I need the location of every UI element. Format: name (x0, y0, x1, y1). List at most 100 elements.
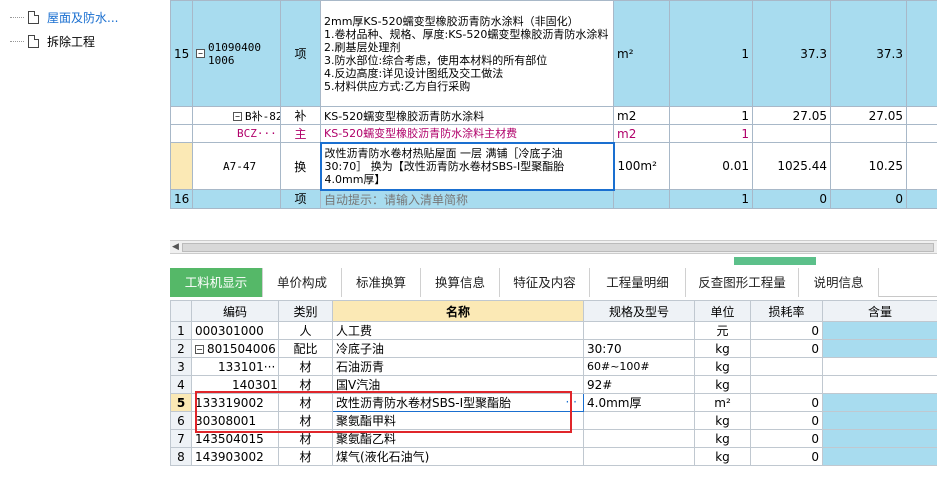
col-header-loss-rate[interactable]: 损耗率 (750, 300, 823, 322)
name-line: 30:70］ 换为【改性沥青防水卷材SBS-Ⅰ型聚酯胎 (324, 159, 565, 173)
res-spec: 60#~100# (583, 357, 695, 376)
highlight-annotation-box (195, 391, 572, 433)
item-unit: m² (613, 0, 670, 107)
item-type: 补 (280, 106, 321, 125)
table-row[interactable]: 1 000301000 人 人工费 元 0 (170, 321, 937, 340)
tab-conversion-info[interactable]: 换算信息 (421, 268, 500, 297)
filler-cell (906, 124, 937, 143)
res-content[interactable] (822, 393, 937, 412)
table-row[interactable]: BCZ··· 主 KS-520蠕变型橡胶沥青防水涂料主材费 m2 1 (170, 124, 937, 143)
res-code: 000301000 (191, 321, 279, 340)
res-spec (583, 429, 695, 448)
item-name[interactable]: 改性沥青防水卷材热贴屋面 一层 满铺［冷底子油 30:70］ 换为【改性沥青防水… (319, 141, 615, 191)
item-qty: 1 (669, 124, 753, 143)
res-name[interactable]: 石油沥青 (332, 357, 584, 376)
scroll-left-icon[interactable]: ◀ (172, 242, 179, 252)
collapse-icon[interactable]: − (233, 112, 242, 121)
item-name[interactable]: KS-520蠕变型橡胶沥青防水涂料 (320, 106, 614, 125)
tab-standard-conversion[interactable]: 标准换算 (342, 268, 421, 297)
detail-tabs: 工料机显示 单价构成 标准换算 换算信息 特征及内容 工程量明细 反查图形工程量… (170, 268, 937, 297)
item-price: 1025.44 (752, 142, 831, 190)
res-loss: 0 (750, 339, 823, 358)
bill-items-grid: 15 −01090400 1006 项 2mm厚KS-520蠕变型橡胶沥青防水涂… (170, 0, 937, 212)
res-spec (583, 447, 695, 466)
res-code: 133101··· (191, 357, 279, 376)
res-content[interactable] (822, 429, 937, 448)
row-number: 3 (170, 357, 192, 376)
table-row[interactable]: 8 143903002 材 煤气(液化石油气) kg 0 (170, 447, 937, 466)
col-header-spec[interactable]: 规格及型号 (583, 300, 695, 322)
res-category: 材 (278, 357, 333, 376)
res-content[interactable] (822, 411, 937, 430)
res-name[interactable]: 煤气(液化石油气) (332, 447, 584, 466)
col-header-category[interactable]: 类别 (278, 300, 333, 322)
corner-cell (170, 300, 192, 322)
horizontal-scrollbar[interactable]: ◀ (170, 240, 937, 254)
item-qty: 1 (669, 189, 753, 209)
res-content[interactable] (822, 375, 937, 394)
item-type: 换 (280, 142, 321, 190)
col-header-unit[interactable]: 单位 (694, 300, 751, 322)
col-header-code[interactable]: 编码 (191, 300, 279, 322)
res-unit: 元 (694, 321, 751, 340)
item-name[interactable]: KS-520蠕变型橡胶沥青防水涂料主材费 (320, 124, 614, 143)
tab-unit-price-composition[interactable]: 单价构成 (263, 268, 342, 297)
item-type: 项 (280, 0, 321, 107)
table-row[interactable]: 15 −01090400 1006 项 2mm厚KS-520蠕变型橡胶沥青防水涂… (170, 0, 937, 107)
item-name[interactable]: 2mm厚KS-520蠕变型橡胶沥青防水涂料（非固化） 1.卷材品种、规格、厚度:… (320, 0, 614, 107)
col-header-content[interactable]: 含量 (822, 300, 937, 322)
panel-splitter-handle[interactable] (734, 257, 816, 265)
res-code: 801504006 (207, 341, 276, 356)
table-row[interactable]: A7-47 换 改性沥青防水卷材热贴屋面 一层 满铺［冷底子油 30:70］ 换… (170, 141, 937, 191)
collapse-icon[interactable]: − (195, 344, 204, 354)
res-loss (750, 375, 823, 394)
res-content[interactable] (822, 339, 937, 358)
res-loss: 0 (750, 411, 823, 430)
tab-quantity-details[interactable]: 工程量明细 (590, 268, 686, 297)
item-unit: m2 (613, 124, 670, 143)
item-code-cell: −01090400 1006 (192, 0, 281, 107)
row-number (170, 124, 193, 143)
res-content[interactable] (822, 321, 937, 340)
item-code: BCZ··· (192, 124, 281, 143)
res-spec: 30:70 (583, 339, 695, 358)
row-number: 5 (170, 393, 192, 412)
item-unit: m2 (613, 106, 670, 125)
tab-features-content[interactable]: 特征及内容 (500, 268, 590, 297)
table-row[interactable]: − B补-82 补 KS-520蠕变型橡胶沥青防水涂料 m2 1 27.05 27… (170, 106, 937, 125)
item-unit: 100m² (613, 142, 670, 190)
res-unit: kg (694, 429, 751, 448)
tree-connector (10, 40, 24, 42)
item-name-prompt[interactable]: 自动提示：请输入清单简称 (320, 189, 614, 209)
tree-item-demolition[interactable]: 拆除工程 (10, 31, 95, 51)
table-row[interactable]: 16 项 自动提示：请输入清单简称 1 0 0 (170, 189, 937, 209)
row-number: 15 (170, 0, 193, 107)
res-unit: kg (694, 357, 751, 376)
scroll-thumb[interactable] (182, 243, 934, 252)
table-row[interactable]: 3 133101··· 材 石油沥青 60#~100# kg (170, 357, 937, 376)
res-spec (583, 411, 695, 430)
res-unit: kg (694, 339, 751, 358)
item-total: 0 (830, 189, 907, 209)
item-price (752, 124, 831, 143)
item-price: 37.3 (752, 0, 831, 107)
res-name[interactable]: 人工费 (332, 321, 584, 340)
res-loss (750, 357, 823, 376)
collapse-icon[interactable]: − (196, 49, 205, 58)
item-code-cell (192, 189, 281, 209)
table-row[interactable]: 2 −801504006 配比 冷底子油 30:70 kg 0 (170, 339, 937, 358)
tab-labor-material-machine[interactable]: 工料机显示 (170, 268, 263, 297)
res-name[interactable]: 冷底子油 (332, 339, 584, 358)
item-code: 01090400 1006 (208, 40, 261, 67)
name-line: 5.材料供应方式:乙方自行采购 (324, 79, 471, 93)
tab-reverse-check-graphics[interactable]: 反查图形工程量 (686, 268, 799, 297)
item-price: 0 (752, 189, 831, 209)
res-content[interactable] (822, 447, 937, 466)
col-header-name[interactable]: 名称 (332, 300, 584, 322)
row-number: 1 (170, 321, 192, 340)
tree-item-roof-waterproof[interactable]: 屋面及防水... (10, 7, 118, 27)
name-line: 2.刷基层处理剂 (324, 40, 401, 54)
tab-description[interactable]: 说明信息 (799, 268, 879, 297)
item-price: 27.05 (752, 106, 831, 125)
res-content[interactable] (822, 357, 937, 376)
